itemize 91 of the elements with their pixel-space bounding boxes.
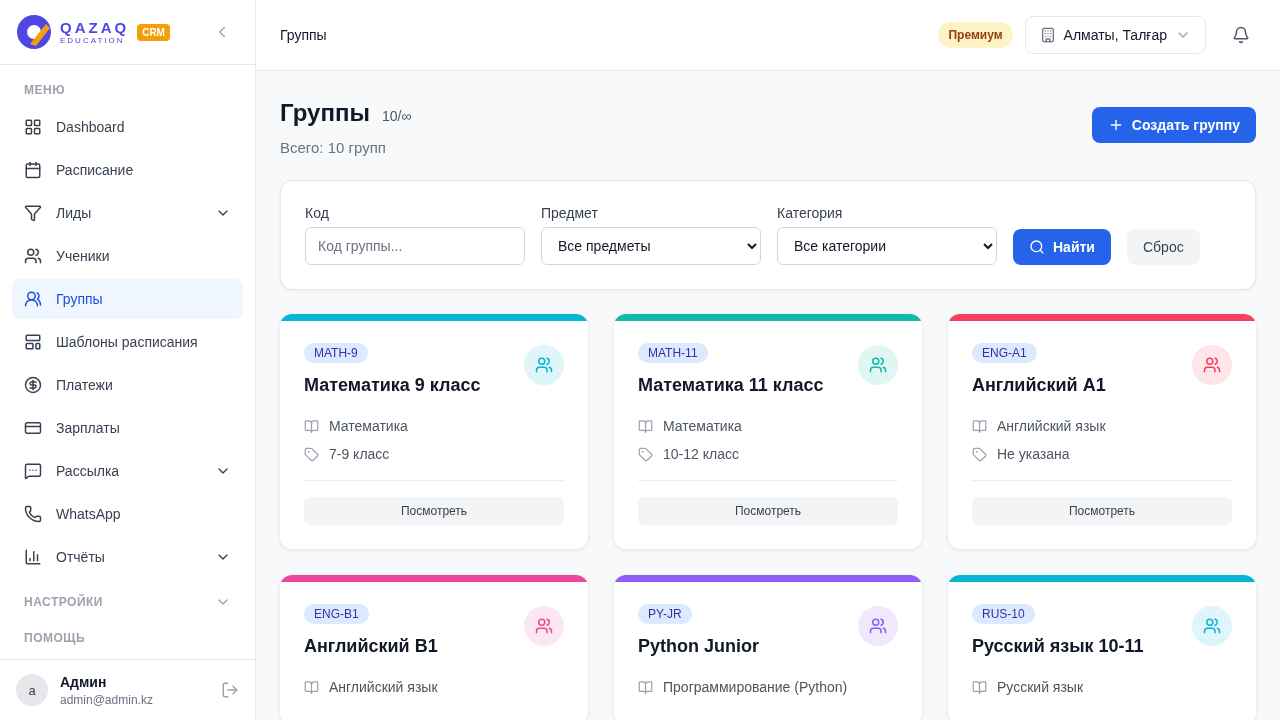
nav-item[interactable]: WhatsApp — [12, 494, 243, 534]
nav-item[interactable]: Шаблоны расписания — [12, 322, 243, 362]
dollar-icon — [24, 376, 42, 394]
group-title: Английский B1 — [304, 636, 439, 657]
nav-item[interactable]: Отчёты — [12, 537, 243, 577]
user-email: admin@admin.kz — [60, 692, 154, 707]
group-subject: Русский язык — [997, 679, 1084, 695]
group-title: Математика 11 класс — [638, 375, 825, 396]
search-icon — [1029, 239, 1045, 255]
group-subject: Английский язык — [997, 418, 1106, 434]
nav-item[interactable]: Расписание — [12, 150, 243, 190]
field-label: Предмет — [541, 205, 599, 221]
card-icon — [24, 419, 42, 437]
phone-icon — [24, 505, 42, 523]
group-subject: Математика — [329, 418, 408, 434]
user-name: Админ — [60, 673, 108, 690]
group-code: MATH-11 — [638, 343, 708, 363]
book-icon — [972, 418, 987, 434]
funnel-icon — [24, 204, 42, 222]
nav-item[interactable]: Dashboard — [12, 107, 243, 147]
tag-icon — [972, 446, 987, 462]
users-icon — [1203, 617, 1221, 635]
bell-icon — [1232, 26, 1250, 44]
code-input[interactable]: Код группы... — [305, 227, 525, 265]
nav-item[interactable]: Лиды — [12, 193, 243, 233]
nav-item[interactable]: Ученики — [12, 236, 243, 276]
nav-item[interactable]: Зарплаты — [12, 408, 243, 448]
users-icon — [24, 247, 42, 265]
book-icon — [638, 418, 653, 434]
find-button[interactable]: Найти — [1013, 229, 1111, 265]
logo-tagline: EDUCATION — [60, 36, 125, 45]
user-avatar: a — [16, 674, 48, 706]
book-icon — [304, 679, 319, 695]
breadcrumb: Группы — [280, 27, 328, 43]
group-code: ENG-A1 — [972, 343, 1037, 363]
group-category: Не указана — [997, 446, 1070, 462]
page-title: Группы — [280, 99, 370, 127]
book-icon — [304, 418, 319, 434]
bar-chart-icon — [24, 548, 42, 566]
users-icon — [869, 356, 887, 374]
group-subject: Английский язык — [329, 679, 438, 695]
plan-badge: Премиум — [938, 22, 1013, 48]
group-quota: 10/∞ — [381, 108, 412, 124]
branch-selector[interactable]: Алматы, Талғар — [1024, 16, 1206, 54]
layout-icon — [24, 333, 42, 351]
logout-icon — [221, 681, 239, 699]
view-button[interactable]: Посмотреть — [304, 497, 564, 525]
nav-item[interactable]: Группы — [12, 279, 243, 319]
filter-select[interactable]: Все предметы — [541, 227, 761, 265]
group-category: 7-9 класс — [329, 446, 390, 462]
group-code: RUS-10 — [972, 604, 1035, 624]
users-icon — [1203, 356, 1221, 374]
view-button[interactable]: Посмотреть — [638, 497, 898, 525]
tag-icon — [304, 446, 319, 462]
view-button[interactable]: Посмотреть — [972, 497, 1232, 525]
users-icon — [535, 617, 553, 635]
users-icon — [535, 356, 553, 374]
field-label: Код — [305, 205, 330, 221]
group-code: PY-JR — [638, 604, 692, 624]
group-icon — [24, 290, 42, 308]
reset-button[interactable]: Сброс — [1126, 229, 1200, 265]
book-icon — [638, 679, 653, 695]
group-category: 10-12 класс — [663, 446, 739, 462]
tag-icon — [638, 446, 653, 462]
chat-icon — [24, 462, 42, 480]
logo-icon — [16, 14, 52, 50]
group-code: ENG-B1 — [304, 604, 369, 624]
group-title: Русский язык 10-11 — [972, 636, 1145, 657]
group-title: Математика 9 класс — [304, 375, 482, 396]
nav-item[interactable]: Рассылка — [12, 451, 243, 491]
crm-badge: CRM — [137, 23, 170, 41]
logo-name: QAZAQ — [60, 19, 130, 35]
building-icon — [1039, 27, 1056, 43]
create-group-button[interactable]: Создать группу — [1091, 107, 1256, 143]
field-label: Категория — [777, 205, 844, 221]
nav-item[interactable]: Платежи — [12, 365, 243, 405]
section-title: МЕНЮ — [24, 83, 66, 97]
grid-icon — [24, 118, 42, 136]
group-title: Python Junior — [638, 636, 760, 657]
logout-button[interactable] — [221, 681, 239, 699]
calendar-icon — [24, 161, 42, 179]
book-icon — [972, 679, 987, 695]
section-title: ПОМОЩЬ — [24, 631, 86, 645]
group-title: Английский A1 — [972, 375, 1107, 396]
filter-select[interactable]: Все категории — [777, 227, 997, 265]
section-title: НАСТРОЙКИ — [24, 595, 103, 609]
group-subject: Программирование (Python) — [663, 679, 848, 695]
group-total: Всего: 10 групп — [280, 139, 387, 156]
group-subject: Математика — [663, 418, 742, 434]
group-code: MATH-9 — [304, 343, 368, 363]
users-icon — [869, 617, 887, 635]
